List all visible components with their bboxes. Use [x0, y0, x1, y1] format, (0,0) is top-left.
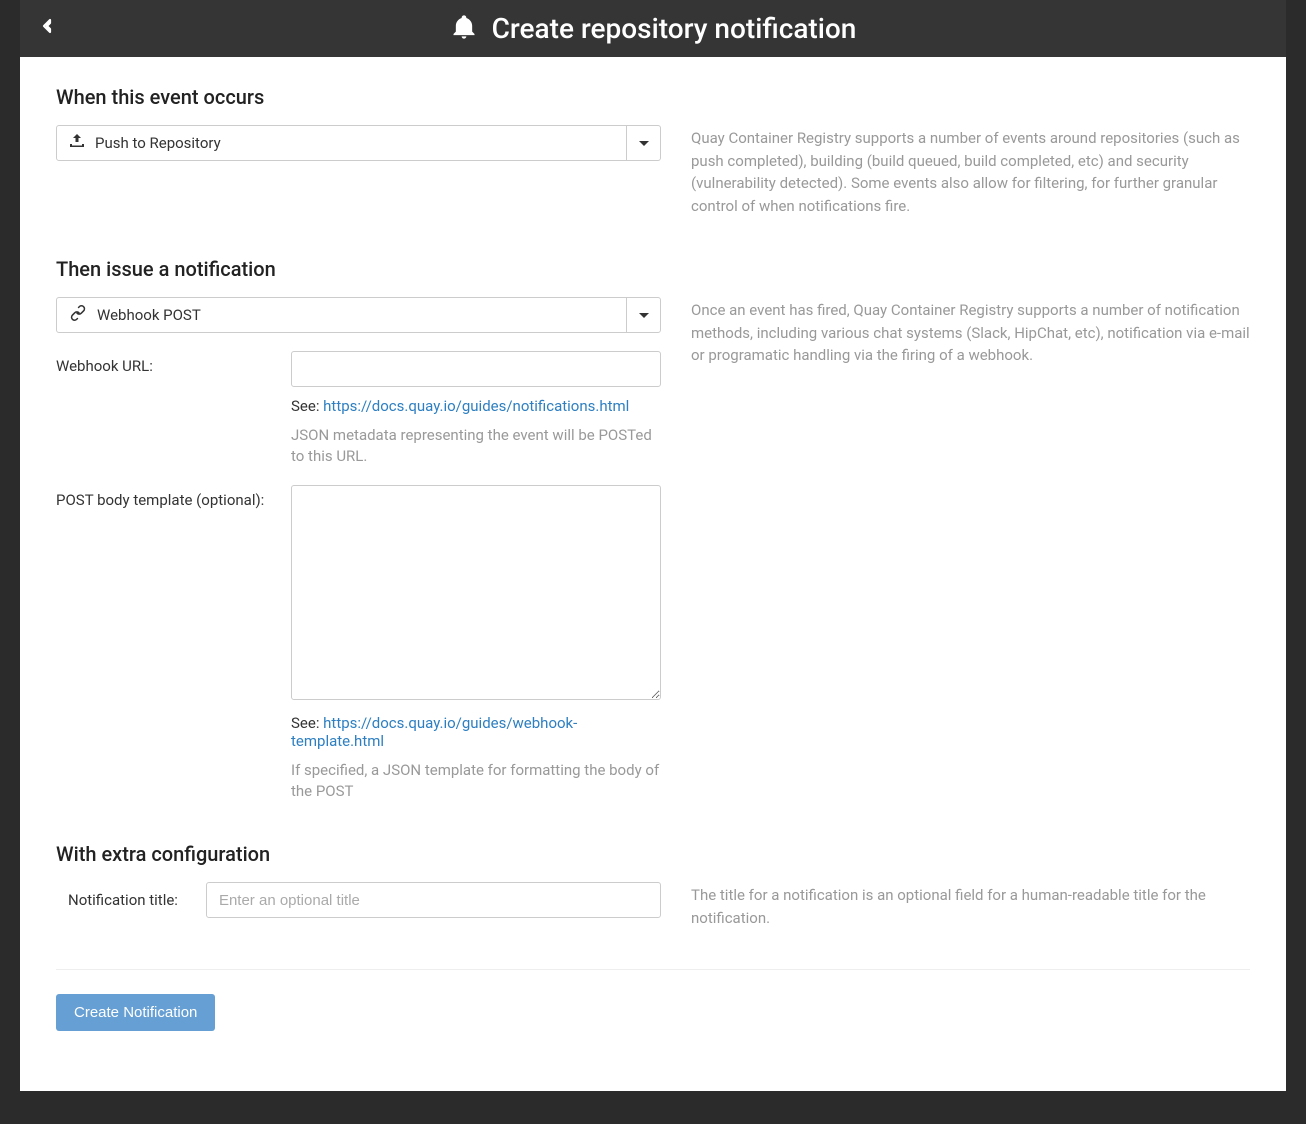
event-help-text: Quay Container Registry supports a numbe…: [691, 125, 1250, 217]
notification-title-input[interactable]: [206, 882, 661, 918]
event-section-heading: When this event occurs: [56, 85, 1250, 109]
post-body-see: See: https://docs.quay.io/guides/webhook…: [291, 714, 661, 750]
webhook-url-label: Webhook URL:: [56, 351, 271, 467]
modal-body: When this event occurs Push to Repositor…: [20, 57, 1286, 1091]
webhook-url-see: See: https://docs.quay.io/guides/notific…: [291, 397, 661, 415]
webhook-url-input[interactable]: [291, 351, 661, 387]
back-arrow-icon[interactable]: [40, 18, 56, 39]
webhook-url-doc-link[interactable]: https://docs.quay.io/guides/notification…: [323, 397, 629, 415]
modal-header: Create repository notification: [20, 0, 1286, 57]
config-help-text: The title for a notification is an optio…: [691, 882, 1250, 929]
event-dropdown-selected[interactable]: Push to Repository: [57, 126, 626, 160]
bell-icon: [450, 13, 478, 45]
see-prefix: See:: [291, 714, 323, 732]
divider: [56, 969, 1250, 970]
method-dropdown-selected[interactable]: Webhook POST: [57, 298, 626, 332]
link-icon: [69, 304, 87, 326]
notification-title-label: Notification title:: [56, 891, 178, 909]
method-dropdown-toggle[interactable]: [626, 298, 660, 332]
config-section-heading: With extra configuration: [56, 842, 1250, 866]
method-section-heading: Then issue a notification: [56, 257, 1250, 281]
event-dropdown[interactable]: Push to Repository: [56, 125, 661, 161]
post-body-textarea[interactable]: [291, 485, 661, 700]
event-dropdown-toggle[interactable]: [626, 126, 660, 160]
create-notification-button[interactable]: Create Notification: [56, 994, 215, 1031]
upload-icon: [69, 134, 85, 152]
method-dropdown[interactable]: Webhook POST: [56, 297, 661, 333]
chevron-down-icon: [639, 141, 649, 146]
event-dropdown-label: Push to Repository: [95, 134, 221, 152]
post-body-label: POST body template (optional):: [56, 485, 271, 802]
post-body-doc-link[interactable]: https://docs.quay.io/guides/webhook-temp…: [291, 714, 577, 750]
method-help-text: Once an event has fired, Quay Container …: [691, 297, 1250, 802]
see-prefix: See:: [291, 397, 323, 415]
page-title: Create repository notification: [492, 12, 857, 45]
chevron-down-icon: [639, 313, 649, 318]
post-body-desc: If specified, a JSON template for format…: [291, 760, 661, 802]
webhook-url-desc: JSON metadata representing the event wil…: [291, 425, 661, 467]
method-dropdown-label: Webhook POST: [97, 306, 201, 324]
